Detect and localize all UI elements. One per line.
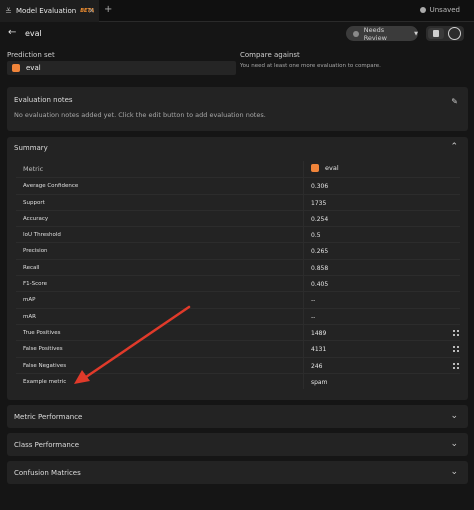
new-tab-icon[interactable]: + [104,4,112,15]
compare-hint: You need at least one more evaluation to… [240,63,381,69]
summary-table: Metric eval Average Confidence 0.306 Supp… [16,161,460,390]
notes-title: Evaluation notes [14,96,73,104]
metric-value: 0.254 [311,215,329,223]
chevron-up-icon[interactable]: ⌃ [450,142,458,152]
eval-color-swatch [311,164,319,172]
metric-value: 4131 [311,346,327,354]
table-row: Support 1735 [16,193,460,210]
view-toggle [426,26,464,41]
metric-value: 0.5 [311,232,321,240]
expand-grid-icon[interactable] [453,346,459,353]
column-header-eval-label: eval [325,164,339,172]
metric-name: Average Confidence [23,183,79,190]
table-row: mAR -- [16,307,460,324]
prediction-set-selector[interactable]: eval [7,61,236,75]
table-header-row: Metric eval [16,161,460,178]
table-row: IoU Threshold 0.5 [16,226,460,243]
metric-value: -- [311,297,316,305]
tab-model-evaluation[interactable]: ≚ Model Evaluation BETA × [0,0,99,22]
chevron-down-icon[interactable]: ⌄ [450,439,458,449]
metric-name: True Positives [23,329,61,336]
table-row: mAP -- [16,291,460,308]
metric-name: mAR [23,313,36,320]
metric-name: Example metric [23,378,67,385]
table-row: Average Confidence 0.306 [16,177,460,194]
compare-against-label: Compare against [240,51,300,59]
metric-value: 1735 [311,199,327,207]
metric-name: Precision [23,248,48,255]
table-row: Accuracy 0.254 [16,209,460,227]
chart-icon [433,30,439,37]
metric-name: IoU Threshold [23,232,61,239]
chevron-down-icon[interactable]: ⌄ [450,467,458,477]
metric-value: -- [311,313,316,321]
column-header-metric: Metric [23,165,44,173]
notes-empty-text: No evaluation notes added yet. Click the… [14,111,266,119]
table-row: False Positives 4131 [16,340,460,357]
expand-grid-icon[interactable] [453,329,459,336]
back-arrow-icon[interactable]: ← [8,27,16,38]
metric-value: spam [311,378,328,386]
metric-name: F1-Score [23,281,48,288]
evaluation-header: ← eval Needs Review ▼ [0,22,474,46]
metric-value: 246 [311,362,323,370]
metric-value: 0.306 [311,183,329,191]
tab-title: Model Evaluation [16,7,77,15]
summary-panel: Summary ⌃ Metric eval Average Confidence… [7,137,468,400]
metric-name: Accuracy [23,215,49,222]
status-dot-icon [419,7,426,13]
tab-bar: ≚ Model Evaluation BETA × + Unsaved [0,0,474,22]
metric-name: Recall [23,264,40,271]
metric-name: Support [23,199,45,206]
confusion-matrices-section[interactable]: Confusion Matrices ⌄ [7,461,468,484]
metric-value: 0.405 [311,281,329,289]
review-status-dot-icon [353,30,359,37]
table-row: False Negatives 246 [16,356,460,373]
app-icon: ≚ [5,6,12,16]
metric-name: mAP [23,297,36,304]
class-performance-title: Class Performance [14,441,79,449]
summary-title: Summary [14,144,48,152]
prediction-set-label: Prediction set [7,51,55,59]
metric-value: 0.858 [311,264,329,272]
caret-down-icon: ▼ [414,30,418,37]
chevron-down-icon[interactable]: ⌄ [450,411,458,421]
table-row: True Positives 1489 [16,323,460,341]
chart-view-button[interactable] [428,28,444,39]
review-status-label: Needs Review [363,25,387,42]
metric-performance-section[interactable]: Metric Performance ⌄ [7,405,468,428]
evaluation-notes-panel: Evaluation notes No evaluation notes add… [7,87,468,131]
evaluation-name: eval [25,29,42,38]
metric-name: False Positives [23,346,63,353]
metric-name: False Negatives [23,362,67,369]
table-row: Example metric spam [16,372,460,390]
prediction-set-value: eval [26,64,41,72]
save-status: Unsaved [419,6,460,14]
class-performance-section[interactable]: Class Performance ⌄ [7,433,468,456]
prediction-color-swatch [12,64,20,72]
close-tab-icon[interactable]: × [88,6,95,15]
column-header-eval: eval [311,164,339,172]
edit-notes-icon[interactable]: ✎ [451,97,458,106]
review-status-dropdown[interactable]: Needs Review ▼ [346,25,418,42]
metric-performance-title: Metric Performance [14,413,83,421]
metric-value: 1489 [311,329,327,337]
table-row: F1-Score 0.405 [16,275,460,292]
metric-value: 0.265 [311,248,329,256]
expand-grid-icon[interactable] [453,362,459,369]
unsaved-label: Unsaved [429,6,460,14]
table-row: Recall 0.858 [16,258,460,276]
info-view-button[interactable] [448,27,461,40]
confusion-matrices-title: Confusion Matrices [14,469,81,477]
table-row: Precision 0.265 [16,242,460,259]
